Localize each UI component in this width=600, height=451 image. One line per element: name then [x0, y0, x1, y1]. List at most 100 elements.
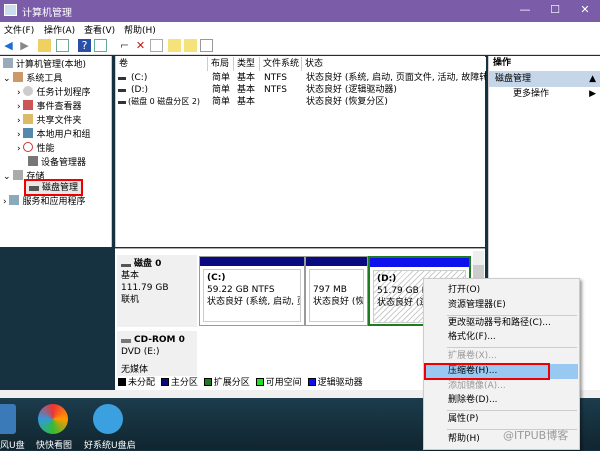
- menu-file[interactable]: 文件(F): [4, 23, 34, 36]
- tree-label: 计算机管理(本地): [16, 60, 87, 70]
- cdrom-icon: [121, 339, 131, 343]
- cell-type: 基本: [237, 97, 256, 107]
- cell-layout: 简单: [212, 97, 231, 107]
- menu-help[interactable]: 帮助(H): [124, 23, 156, 36]
- forward-icon[interactable]: ▶: [18, 39, 31, 52]
- menu-item-add-mirror[interactable]: 添加镜像(A)...: [425, 379, 578, 394]
- cell-volume: (C:): [131, 73, 148, 83]
- console-icon[interactable]: [94, 39, 107, 52]
- tree-local-users[interactable]: › 本地用户和组: [17, 128, 90, 141]
- volume-icon: [118, 77, 126, 80]
- desktop-label: 快快看图: [36, 441, 73, 451]
- tree-performance[interactable]: › 性能: [17, 142, 54, 155]
- menu-item-change-drive-letter[interactable]: 更改驱动器号和路径(C)...: [425, 316, 578, 331]
- partition-c[interactable]: (C:) 59.22 GB NTFS 状态良好 (系统, 启动, 页: [199, 256, 305, 326]
- menu-item-delete-volume[interactable]: 删除卷(D)...: [425, 393, 578, 408]
- search-icon[interactable]: [184, 39, 197, 52]
- properties-icon[interactable]: [150, 39, 163, 52]
- tree-system-tools[interactable]: ⌄ 系统工具: [3, 72, 62, 85]
- cdrom-name: CD-ROM 0: [134, 335, 185, 345]
- disk-0-label[interactable]: 磁盘 0 基本 111.79 GB 联机: [117, 255, 197, 327]
- app-icon: [4, 4, 17, 16]
- table-row[interactable]: (D:) 简单 基本 NTFS 状态良好 (逻辑驱动器): [116, 84, 486, 96]
- column-header-volume[interactable]: 卷: [116, 57, 208, 71]
- highlight-box: [424, 363, 550, 380]
- legend-extended: 扩展分区: [213, 378, 250, 388]
- export-icon[interactable]: [168, 39, 181, 52]
- menu-action[interactable]: 操作(A): [44, 23, 75, 36]
- column-header-status[interactable]: 状态: [302, 57, 486, 71]
- maximize-button[interactable]: ☐: [540, 0, 570, 22]
- menu-separator: [447, 410, 577, 411]
- menu-item-properties[interactable]: 属性(P): [425, 412, 578, 427]
- cell-layout: 简单: [212, 85, 231, 95]
- disk-status: 联机: [121, 295, 140, 305]
- actions-section-disk-management[interactable]: 磁盘管理 ▲: [489, 71, 600, 87]
- help-icon[interactable]: ?: [78, 39, 91, 52]
- cdrom-status: 无媒体: [121, 365, 149, 375]
- column-header-filesystem[interactable]: 文件系统: [260, 57, 302, 71]
- table-row[interactable]: (磁盘 0 磁盘分区 2) 简单 基本 状态良好 (恢复分区): [116, 96, 486, 108]
- tree-shared-folders[interactable]: › 共享文件夹: [17, 114, 81, 127]
- table-row[interactable]: (C:) 简单 基本 NTFS 状态良好 (系统, 启动, 页面文件, 活动, 故障转储: [116, 72, 486, 84]
- context-menu: 打开(O) 资源管理器(E) 更改驱动器号和路径(C)... 格式化(F)...…: [423, 278, 580, 450]
- cell-status: 状态良好 (恢复分区): [306, 97, 388, 107]
- tree-event-viewer[interactable]: › 事件查看器: [17, 100, 81, 113]
- storage-icon: [13, 170, 24, 180]
- cell-status: 状态良好 (逻辑驱动器): [306, 85, 397, 95]
- legend-swatch: [255, 378, 264, 386]
- partition-recovery[interactable]: 797 MB 状态良好 (恢复: [305, 256, 368, 326]
- partition-size: 59.22 GB NTFS: [207, 285, 275, 295]
- menu-item-open[interactable]: 打开(O): [425, 283, 578, 298]
- users-icon: [23, 128, 34, 138]
- tree-services[interactable]: › 服务和应用程序: [3, 195, 85, 208]
- computer-icon: [3, 58, 13, 68]
- show-hide-tree-icon[interactable]: [56, 39, 69, 52]
- disk-icon: [29, 186, 39, 191]
- menu-item-explorer[interactable]: 资源管理器(E): [425, 298, 578, 313]
- delete-icon[interactable]: ✕: [134, 39, 147, 52]
- cell-filesystem: NTFS: [264, 73, 287, 83]
- cell-type: 基本: [237, 85, 256, 95]
- tree-root[interactable]: 计算机管理(本地): [3, 58, 86, 71]
- cell-status: 状态良好 (系统, 启动, 页面文件, 活动, 故障转储: [306, 73, 486, 83]
- cell-layout: 简单: [212, 73, 231, 83]
- legend-logical: 逻辑驱动器: [317, 378, 363, 388]
- window-title: 计算机管理: [22, 8, 72, 19]
- legend-unallocated: 未分配: [128, 378, 156, 388]
- cell-volume: (D:): [131, 85, 148, 95]
- list-icon[interactable]: [200, 39, 213, 52]
- menu-item-format[interactable]: 格式化(F)...: [425, 330, 578, 345]
- column-header-type[interactable]: 类型: [234, 57, 260, 71]
- tree-label: 服务和应用程序: [22, 197, 86, 207]
- navigation-tree: 计算机管理(本地) ⌄ 系统工具 › 任务计划程序 › 事件查看器 › 共享文件…: [0, 56, 112, 247]
- up-folder-icon[interactable]: [38, 39, 51, 52]
- connect-icon[interactable]: ⌐: [118, 39, 131, 52]
- partition-label: (D:): [377, 274, 397, 284]
- menu-item-extend-volume[interactable]: 扩展卷(X)...: [425, 349, 578, 364]
- close-button[interactable]: ✕: [570, 0, 600, 22]
- volume-icon: [118, 101, 126, 104]
- tree-label: 设备管理器: [41, 158, 87, 168]
- tree-label: 共享文件夹: [36, 116, 82, 126]
- menu-view[interactable]: 查看(V): [84, 23, 115, 36]
- shared-folder-icon: [23, 114, 34, 124]
- minimize-button[interactable]: —: [510, 0, 540, 22]
- more-actions[interactable]: 更多操作 ▶: [489, 87, 600, 102]
- cell-volume: (磁盘 0 磁盘分区 2): [128, 97, 201, 106]
- cdrom-label[interactable]: CD-ROM 0 DVD (E:) 无媒体: [117, 331, 197, 377]
- clock-icon: [23, 86, 34, 96]
- tree-device-manager[interactable]: 设备管理器: [28, 156, 86, 169]
- event-viewer-icon: [23, 100, 34, 110]
- tools-icon: [13, 72, 24, 82]
- back-icon[interactable]: ◀: [2, 39, 15, 52]
- column-header-layout[interactable]: 布局: [208, 57, 234, 71]
- tree-label: 系统工具: [26, 74, 63, 84]
- desktop-icon-usb[interactable]: [0, 404, 16, 434]
- desktop-icon-kuaikan[interactable]: [38, 404, 68, 434]
- tree-label: 任务计划程序: [36, 88, 91, 98]
- desktop-icon-haoxitong[interactable]: [93, 404, 123, 434]
- menu-separator: [447, 347, 577, 348]
- tree-disk-management[interactable]: 磁盘管理: [24, 179, 84, 196]
- tree-task-scheduler[interactable]: › 任务计划程序: [17, 86, 90, 99]
